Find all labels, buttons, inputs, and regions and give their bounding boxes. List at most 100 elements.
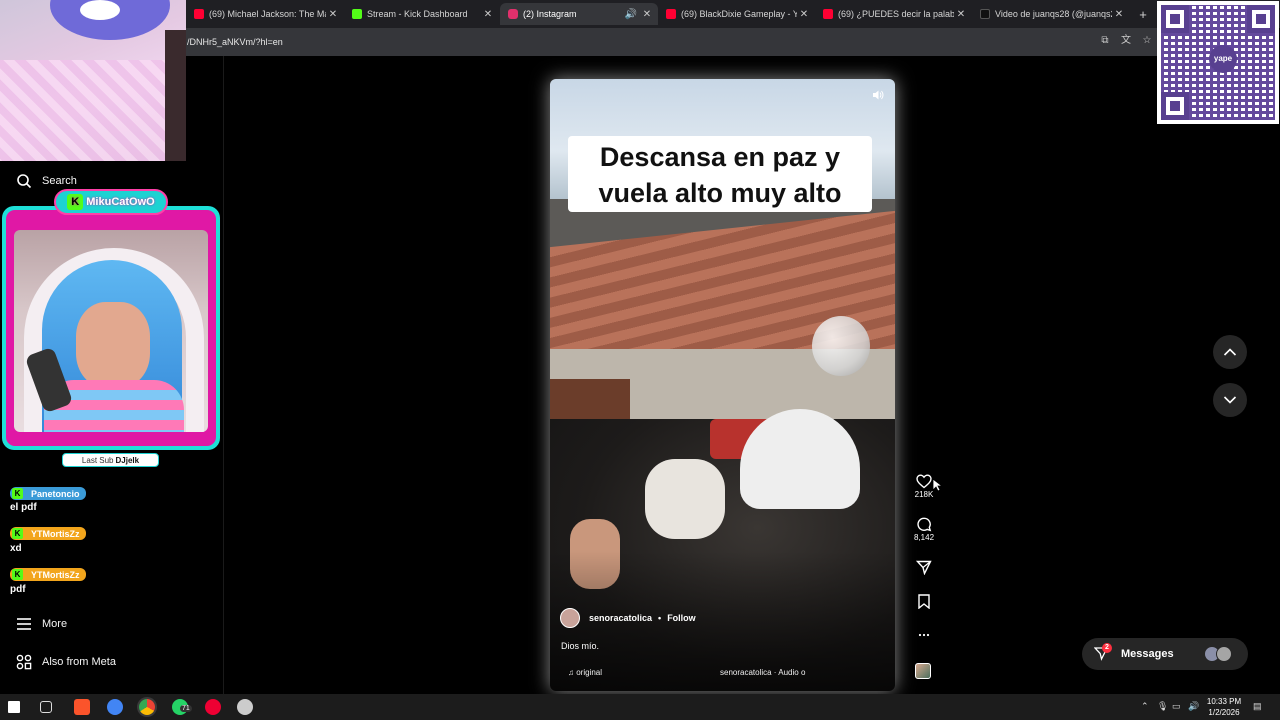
- chat-message: xd: [10, 543, 22, 554]
- webcam-overlay-room: [0, 0, 186, 161]
- youtube-favicon-icon: [823, 9, 833, 19]
- kick-logo-icon: K: [12, 488, 23, 499]
- more-dots-icon: [918, 633, 930, 637]
- clock-time: 10:33 PM: [1206, 697, 1242, 706]
- author-username[interactable]: senoracatolica: [589, 613, 652, 623]
- messages-label: Messages: [1121, 648, 1174, 660]
- tab-title: Video de juanqs28 (@juanqs28: [995, 9, 1112, 19]
- tab-title: Stream - Kick Dashboard: [367, 9, 468, 19]
- sidebar-item-more[interactable]: More: [15, 615, 67, 633]
- chat-username: K YTMortisZz: [10, 527, 86, 540]
- obs-icon[interactable]: [205, 699, 221, 715]
- browser-tab[interactable]: (69) Michael Jackson: The Man ✕: [186, 3, 344, 25]
- whatsapp-icon[interactable]: 71: [172, 699, 192, 715]
- volume-icon[interactable]: [872, 89, 886, 101]
- comment-button[interactable]: 8,142: [914, 517, 934, 542]
- sidebar-item-also-from-meta[interactable]: Also from Meta: [15, 653, 116, 671]
- brave-browser-icon[interactable]: [74, 699, 90, 715]
- close-tab-icon[interactable]: ✕: [954, 9, 968, 20]
- volume-icon[interactable]: 🔊: [1188, 701, 1199, 712]
- kick-logo-icon: K: [12, 569, 23, 580]
- heart-icon: [916, 474, 932, 489]
- kick-logo-icon: K: [12, 528, 23, 539]
- previous-reel-button[interactable]: [1213, 335, 1247, 369]
- last-sub-name: DJjelk: [115, 455, 140, 465]
- browser-tab[interactable]: (69) BlackDixie Gameplay - You ✕: [658, 3, 815, 25]
- windows-start-icon[interactable]: [8, 701, 20, 713]
- install-app-icon[interactable]: ⧉: [1099, 35, 1111, 47]
- close-tab-icon[interactable]: ✕: [640, 9, 654, 20]
- comment-count: 8,142: [914, 533, 935, 542]
- follow-button[interactable]: Follow: [667, 613, 696, 623]
- system-clock[interactable]: 10:33 PM 1/2/2026: [1204, 696, 1244, 718]
- yape-logo: yape: [1209, 45, 1237, 73]
- url-field[interactable]: /DNHr5_aNKVm/?hl=en: [187, 37, 283, 47]
- chrome-profile-icon[interactable]: [107, 699, 123, 715]
- sidebar-item-search[interactable]: Search: [15, 172, 77, 190]
- close-tab-icon[interactable]: ✕: [1112, 9, 1126, 20]
- youtube-favicon-icon: [666, 9, 676, 19]
- audio-thumbnail[interactable]: [915, 663, 931, 679]
- share-button[interactable]: [914, 560, 934, 575]
- browser-tab[interactable]: Video de juanqs28 (@juanqs28 ✕: [972, 3, 1130, 25]
- windows-taskbar: [0, 694, 1280, 720]
- reel-text-overlay: Descansa en paz y vuela alto muy alto: [568, 136, 872, 212]
- last-sub-banner: Last Sub DJjelk: [62, 453, 159, 467]
- speaker-icon[interactable]: 🔊: [624, 9, 638, 20]
- microphone-icon[interactable]: 🎙: [1157, 701, 1168, 712]
- tiktok-favicon-icon: [980, 9, 990, 19]
- sidebar-item-label: Also from Meta: [42, 656, 116, 668]
- qr-code: yape: [1157, 1, 1279, 124]
- meta-apps-icon: [15, 653, 33, 671]
- task-view-icon[interactable]: [40, 701, 52, 713]
- new-tab-button[interactable]: +: [1134, 3, 1152, 25]
- browser-tab-strip: (69) Michael Jackson: The Man ✕ Stream -…: [0, 0, 1280, 28]
- browser-tab[interactable]: Stream - Kick Dashboard ✕: [344, 3, 499, 25]
- chat-message: pdf: [10, 584, 26, 595]
- app-icon[interactable]: [237, 699, 253, 715]
- close-tab-icon[interactable]: ✕: [797, 9, 811, 20]
- chevron-down-icon: [1223, 396, 1237, 404]
- sidebar-item-label: Search: [42, 175, 77, 187]
- sidebar-divider: [223, 56, 224, 694]
- save-button[interactable]: [914, 594, 934, 609]
- chevron-up-icon[interactable]: ⌃: [1141, 701, 1149, 712]
- close-tab-icon[interactable]: ✕: [481, 9, 495, 20]
- chat-username: K YTMortisZz: [10, 568, 86, 581]
- kick-logo-icon: K: [67, 194, 84, 210]
- tab-title: (69) Michael Jackson: The Man: [209, 9, 326, 19]
- clock-date: 1/2/2026: [1208, 708, 1240, 717]
- like-button[interactable]: 218K: [914, 474, 934, 499]
- translate-icon[interactable]: 文: [1120, 35, 1132, 47]
- bookmark-star-icon[interactable]: ☆: [1141, 35, 1153, 47]
- close-tab-icon[interactable]: ✕: [326, 9, 340, 20]
- more-options-button[interactable]: [914, 628, 934, 642]
- author-avatar[interactable]: [560, 608, 580, 628]
- send-icon: [916, 560, 932, 575]
- tab-title: (2) Instagram: [523, 9, 577, 19]
- browser-tab[interactable]: (69) ¿PUEDES decir la palabra A ✕: [815, 3, 972, 25]
- chat-message: el pdf: [10, 502, 37, 513]
- music-note-icon: ♫: [568, 668, 577, 677]
- search-icon: [15, 172, 33, 190]
- tab-title: (69) ¿PUEDES decir la palabra A: [838, 9, 954, 19]
- next-reel-button[interactable]: [1213, 383, 1247, 417]
- notification-icon[interactable]: ▤: [1253, 701, 1262, 712]
- unread-badge: 2: [1102, 643, 1112, 653]
- reel-audio-source[interactable]: senoracatolica · Audio o: [720, 668, 805, 677]
- network-icon[interactable]: ▭: [1172, 701, 1181, 712]
- chevron-up-icon: [1223, 348, 1237, 356]
- chrome-icon[interactable]: [139, 699, 155, 715]
- reel-audio-original[interactable]: ♫ original: [568, 668, 602, 677]
- browser-tab-active[interactable]: (2) Instagram 🔊 ✕: [500, 3, 658, 25]
- reel-caption-line: Descansa en paz y: [599, 142, 841, 172]
- message-avatars: [1204, 646, 1236, 662]
- channel-logo-badge: K MikuCatOwO: [54, 189, 168, 215]
- reel-caption-line: vuela alto muy alto: [598, 178, 842, 208]
- like-count: 218K: [914, 490, 934, 499]
- kick-favicon-icon: [352, 9, 362, 19]
- messages-button[interactable]: 2 Messages: [1082, 638, 1248, 670]
- channel-name: MikuCatOwO: [86, 196, 155, 208]
- separator: •: [658, 613, 662, 623]
- hamburger-menu-icon: [15, 615, 33, 633]
